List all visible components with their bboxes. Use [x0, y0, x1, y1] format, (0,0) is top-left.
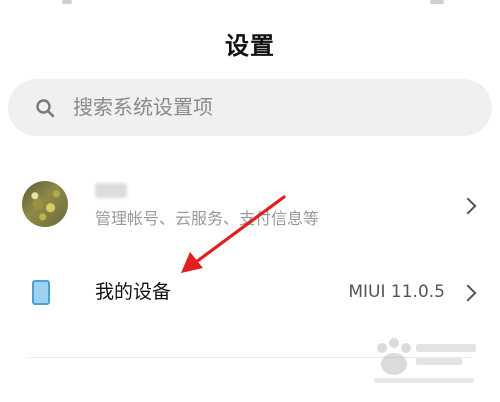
miui-version: MIUI 11.0.5: [348, 282, 445, 302]
chevron-right-icon: [459, 284, 477, 302]
avatar: [22, 181, 68, 227]
my-device-label: 我的设备: [95, 281, 172, 303]
phone-icon: [32, 280, 50, 305]
search-placeholder: 搜索系统设置项: [73, 95, 213, 119]
page-title: 设置: [225, 32, 275, 60]
search-bar[interactable]: 搜索系统设置项: [8, 79, 492, 136]
status-bar-remnant: [0, 0, 500, 8]
account-subtitle: 管理帐号、云服务、支付信息等: [95, 209, 320, 228]
settings-screen: 设置 搜索系统设置项 管理帐号、云服务、支付信息等 我的设备 MIUI 11.0…: [0, 0, 500, 402]
baidu-watermark-logo: [374, 338, 476, 383]
chevron-right-icon: [459, 197, 477, 215]
account-row[interactable]: 管理帐号、云服务、支付信息等: [0, 178, 500, 244]
search-icon: [36, 99, 55, 118]
my-device-row[interactable]: 我的设备 MIUI 11.0.5: [0, 266, 500, 326]
account-name-blurred: [95, 183, 127, 198]
